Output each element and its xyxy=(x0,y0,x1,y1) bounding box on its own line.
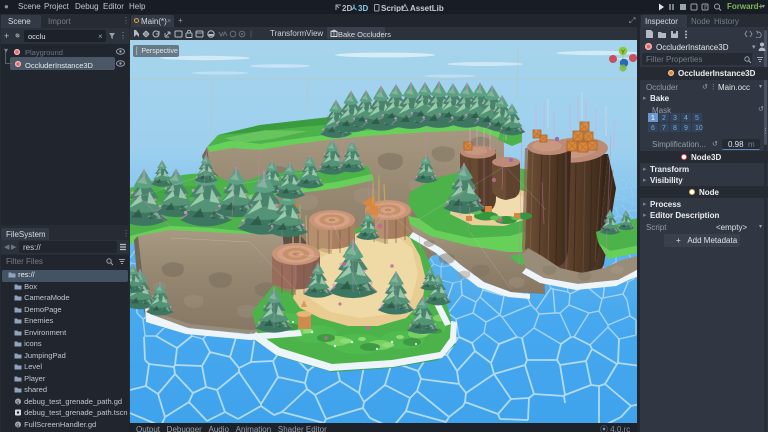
svg-text:AssetLib: AssetLib xyxy=(410,4,444,12)
svg-text:3D: 3D xyxy=(358,4,368,12)
svg-text:s: s xyxy=(16,399,19,404)
svg-text:Y: Y xyxy=(621,50,625,56)
svg-text:2D: 2D xyxy=(342,4,352,12)
svg-text:Script: Script xyxy=(381,4,404,12)
svg-text:s: s xyxy=(16,422,19,427)
